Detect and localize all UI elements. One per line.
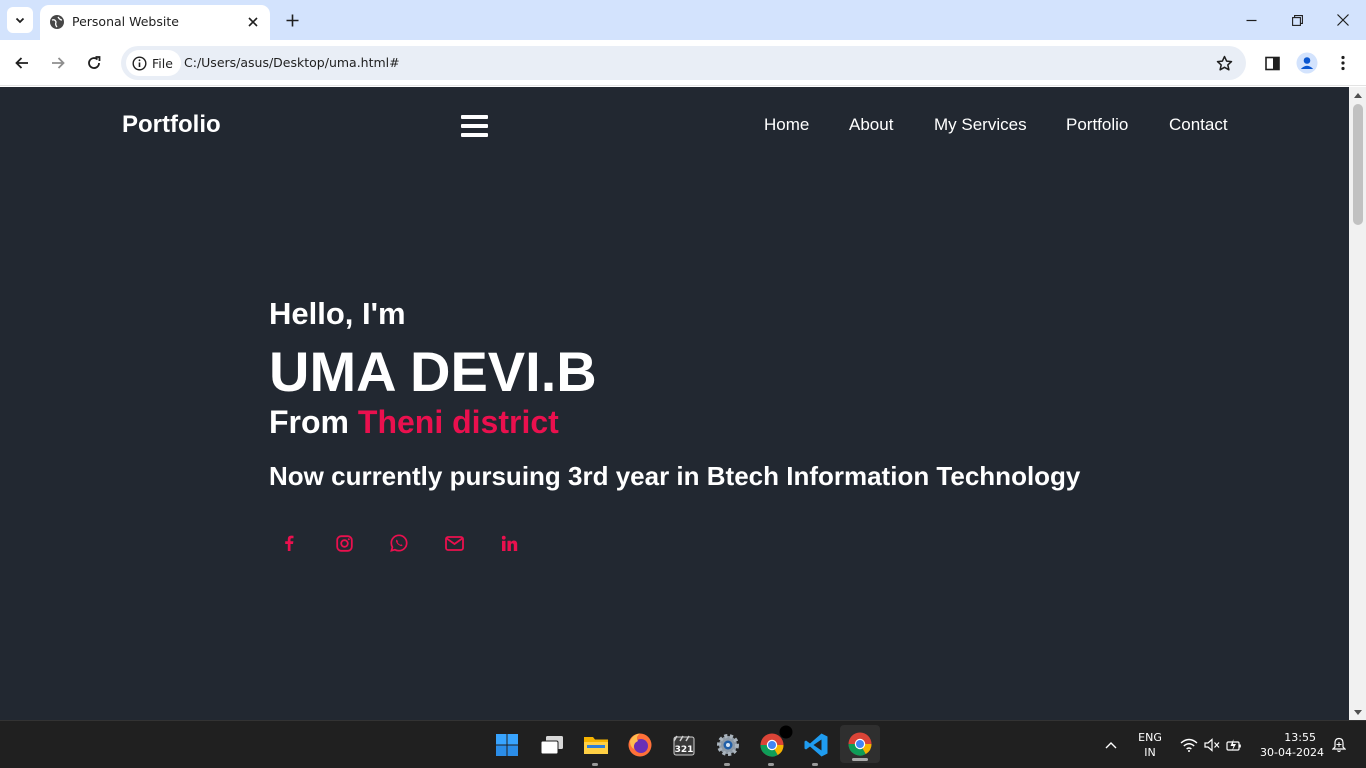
hero-from-place: Theni district bbox=[357, 404, 559, 440]
site-info-chip[interactable]: File bbox=[126, 50, 181, 76]
notification-badge-icon bbox=[779, 725, 793, 739]
close-icon bbox=[1337, 14, 1349, 26]
vscode-icon[interactable] bbox=[800, 729, 832, 766]
facebook-icon[interactable] bbox=[277, 531, 301, 555]
globe-icon bbox=[50, 15, 64, 29]
page-scrollbar[interactable] bbox=[1349, 87, 1366, 720]
nav-link-about[interactable]: About bbox=[849, 115, 893, 135]
nav-link-my-services[interactable]: My Services bbox=[934, 115, 1027, 135]
nav-link-contact[interactable]: Contact bbox=[1169, 115, 1228, 135]
scroll-up-arrow-icon[interactable] bbox=[1349, 87, 1366, 103]
forward-button[interactable] bbox=[45, 50, 71, 76]
language-label: ENG bbox=[1138, 731, 1162, 744]
hero-description: Now currently pursuing 3rd year in Btech… bbox=[269, 461, 1081, 491]
restore-button[interactable] bbox=[1285, 8, 1309, 32]
nav-link-home[interactable]: Home bbox=[764, 115, 809, 135]
side-panel-button[interactable] bbox=[1259, 50, 1285, 76]
hero-name: UMA DEVI.B bbox=[269, 340, 597, 403]
volume-muted-icon bbox=[1204, 738, 1220, 752]
hero-from-prefix: From bbox=[269, 404, 349, 440]
chrome-icon[interactable] bbox=[756, 725, 793, 766]
windows-start-icon[interactable] bbox=[491, 729, 523, 761]
instagram-icon[interactable] bbox=[332, 531, 356, 555]
restore-icon bbox=[1291, 14, 1303, 26]
clock-time: 13:55 bbox=[1284, 731, 1316, 744]
hero-from-line: From Theni district bbox=[269, 404, 559, 441]
firefox-icon[interactable] bbox=[624, 729, 656, 761]
chevron-down-icon bbox=[15, 17, 25, 24]
hamburger-menu-icon[interactable] bbox=[461, 115, 488, 137]
mail-icon[interactable] bbox=[442, 531, 466, 555]
scrollbar-thumb[interactable] bbox=[1353, 104, 1363, 225]
address-bar[interactable]: File C:/Users/asus/Desktop/uma.html# bbox=[121, 46, 1246, 80]
site-info-label: File bbox=[152, 55, 173, 71]
page-viewport: Portfolio Home About My Services Portfol… bbox=[0, 87, 1366, 720]
new-tab-button[interactable] bbox=[281, 9, 303, 31]
url-text[interactable]: C:/Users/asus/Desktop/uma.html# bbox=[184, 55, 400, 70]
browser-menu-button[interactable] bbox=[1330, 50, 1356, 76]
show-hidden-icons-chevron-icon[interactable] bbox=[1099, 729, 1123, 761]
scroll-down-arrow-icon[interactable] bbox=[1349, 704, 1366, 720]
windows-taskbar: 321 ENG IN 13:55 30-04-2024 bbox=[0, 720, 1366, 768]
chrome-active-icon[interactable] bbox=[840, 725, 880, 763]
reload-button[interactable] bbox=[81, 50, 107, 76]
profile-avatar-icon bbox=[1296, 52, 1318, 74]
input-language-indicator[interactable]: ENG IN bbox=[1133, 730, 1167, 760]
tab-search-button[interactable] bbox=[7, 7, 33, 33]
more-vertical-icon bbox=[1341, 55, 1345, 71]
browser-tab-bar: Personal Website bbox=[0, 0, 1366, 40]
close-window-button[interactable] bbox=[1331, 8, 1355, 32]
info-icon bbox=[132, 55, 147, 71]
back-button[interactable] bbox=[9, 50, 35, 76]
site-logo[interactable]: Portfolio bbox=[122, 111, 221, 139]
file-explorer-icon[interactable] bbox=[580, 729, 612, 766]
close-tab-icon[interactable] bbox=[244, 13, 262, 31]
task-view-icon[interactable] bbox=[536, 729, 568, 761]
reload-icon bbox=[88, 56, 101, 69]
clock[interactable]: 13:55 30-04-2024 bbox=[1256, 730, 1328, 760]
arrow-right-icon bbox=[52, 57, 65, 69]
minimize-button[interactable] bbox=[1239, 8, 1263, 32]
battery-charging-icon bbox=[1226, 739, 1241, 751]
svg-text:321: 321 bbox=[675, 745, 694, 755]
profile-button[interactable] bbox=[1294, 50, 1320, 76]
media-player-classic-icon[interactable]: 321 bbox=[668, 729, 700, 761]
minimize-icon bbox=[1246, 19, 1256, 21]
region-label: IN bbox=[1144, 746, 1156, 759]
nav-link-portfolio[interactable]: Portfolio bbox=[1066, 115, 1128, 135]
plus-icon bbox=[286, 14, 298, 26]
browser-toolbar: File C:/Users/asus/Desktop/uma.html# bbox=[0, 40, 1366, 86]
browser-tab[interactable]: Personal Website bbox=[40, 5, 270, 40]
tab-title: Personal Website bbox=[72, 14, 179, 29]
whatsapp-icon[interactable] bbox=[387, 531, 411, 555]
wifi-icon bbox=[1180, 738, 1198, 752]
side-panel-icon bbox=[1264, 56, 1280, 70]
hero-greeting: Hello, I'm bbox=[269, 296, 406, 331]
quick-settings[interactable] bbox=[1176, 729, 1246, 761]
notification-bell-icon[interactable] bbox=[1330, 735, 1348, 755]
arrow-left-icon bbox=[15, 57, 28, 69]
clock-date: 30-04-2024 bbox=[1260, 746, 1324, 759]
settings-icon[interactable] bbox=[712, 729, 744, 766]
linkedin-icon[interactable] bbox=[497, 531, 521, 555]
bookmark-star-icon[interactable] bbox=[1214, 53, 1234, 73]
